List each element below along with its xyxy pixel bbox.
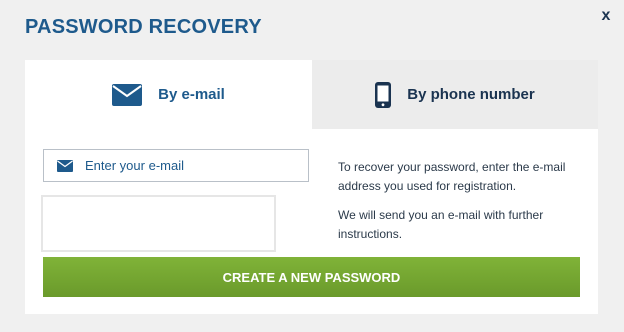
modal-title: PASSWORD RECOVERY [25,16,262,38]
tab-by-email[interactable]: By e-mail [25,60,312,129]
instructions-paragraph-2: We will send you an e-mail with further … [338,208,544,241]
email-input[interactable] [85,158,285,173]
instructions-text: To recover your password, enter the e-ma… [338,158,578,254]
password-recovery-modal: PASSWORD RECOVERY x By e-mail By phone n… [0,0,624,332]
recovery-panel: By e-mail By phone number Enter your e-m… [25,60,598,314]
tab-by-phone-number[interactable]: By phone number [312,60,598,129]
captcha-box[interactable] [41,195,276,252]
instructions-paragraph-1: To recover your password, enter the e-ma… [338,160,566,193]
envelope-icon [112,83,143,106]
tab-by-email-label: By e-mail [158,86,225,103]
envelope-icon [57,159,73,172]
tab-by-phone-label: By phone number [407,86,535,103]
mobile-phone-icon [375,81,392,108]
close-button[interactable]: x [597,6,615,26]
email-field[interactable] [43,149,309,182]
create-new-password-button[interactable]: CREATE A NEW PASSWORD [43,257,580,297]
